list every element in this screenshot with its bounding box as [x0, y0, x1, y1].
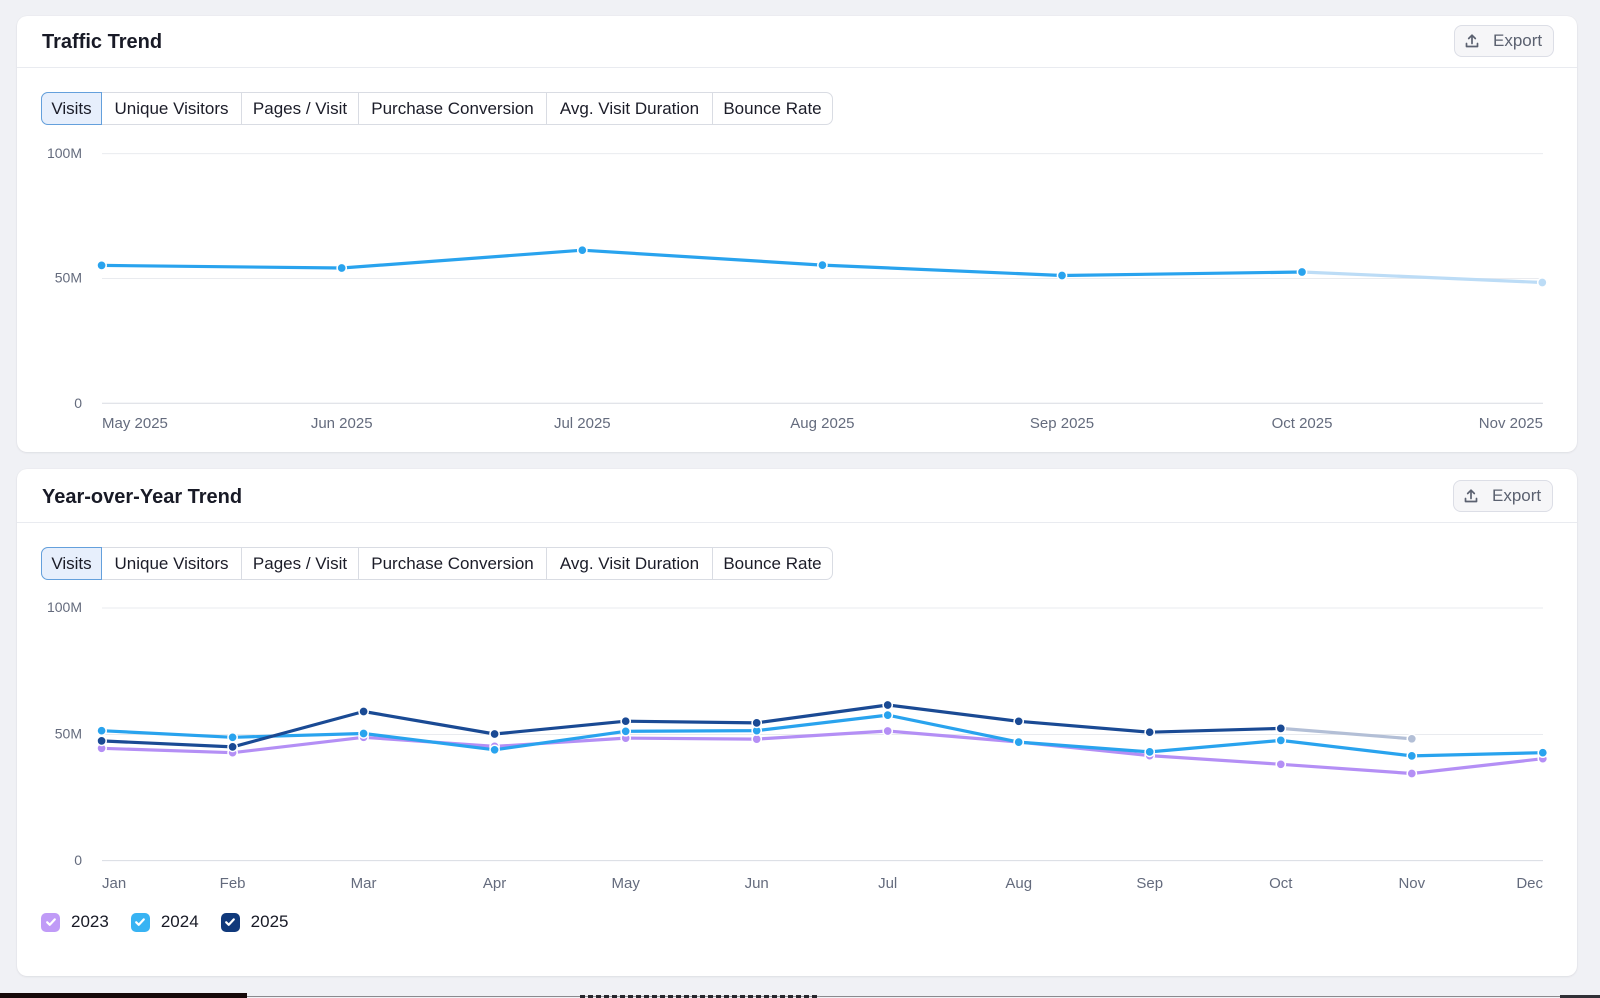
svg-text:100M: 100M	[47, 145, 82, 161]
svg-text:50M: 50M	[55, 726, 82, 742]
svg-text:Jun: Jun	[745, 875, 769, 892]
svg-text:Mar: Mar	[351, 875, 377, 892]
svg-text:Apr: Apr	[483, 875, 506, 892]
svg-text:Aug 2025: Aug 2025	[790, 415, 854, 432]
svg-text:Jul: Jul	[878, 875, 897, 892]
svg-text:Jun 2025: Jun 2025	[311, 415, 373, 432]
svg-text:Sep: Sep	[1136, 875, 1163, 892]
svg-text:Sep 2025: Sep 2025	[1030, 415, 1094, 432]
svg-text:May: May	[612, 875, 641, 892]
svg-text:Nov: Nov	[1398, 875, 1425, 892]
svg-text:100M: 100M	[47, 599, 82, 615]
svg-text:0: 0	[74, 395, 82, 411]
svg-text:Jan: Jan	[102, 875, 126, 892]
svg-text:Feb: Feb	[220, 875, 246, 892]
svg-text:May 2025: May 2025	[102, 415, 168, 432]
svg-text:Jul 2025: Jul 2025	[554, 415, 611, 432]
svg-text:50M: 50M	[55, 270, 82, 286]
svg-text:Aug: Aug	[1005, 875, 1032, 892]
svg-text:Nov 2025: Nov 2025	[1479, 415, 1543, 432]
svg-text:Oct: Oct	[1269, 875, 1293, 892]
svg-text:Oct 2025: Oct 2025	[1272, 415, 1333, 432]
svg-text:0: 0	[74, 852, 82, 868]
svg-text:Dec: Dec	[1516, 875, 1543, 892]
